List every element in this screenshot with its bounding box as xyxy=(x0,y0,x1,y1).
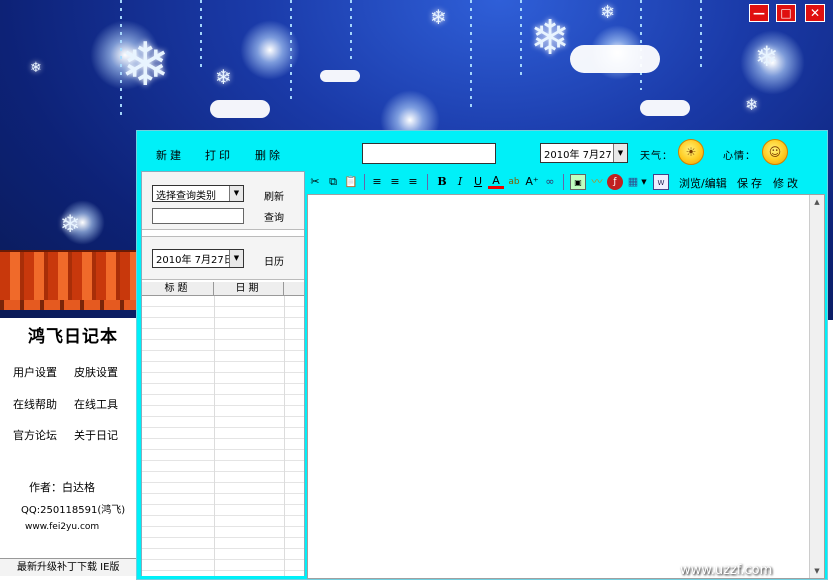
weather-label: 天气： xyxy=(640,151,673,162)
status-bar: 最新升级补丁下载 IE版 xyxy=(0,558,140,576)
editor-toolbar: ✂ ⧉ 📋 ≡ ≡ ≡ B I U A ab A⁺ ∞ ▣ 〰 ƒ ▦ ▼ W … xyxy=(307,171,825,193)
browse-edit-button[interactable]: 浏览/编辑 xyxy=(679,175,727,191)
link-icon[interactable]: ∞ xyxy=(542,174,558,190)
word-icon[interactable]: W xyxy=(653,174,669,190)
diary-window: 新建 打印 删除 2010年 7月27日 ▼ 天气： ☀ 心情： ☺ 选择查询类… xyxy=(136,130,828,580)
align-center-icon[interactable]: ≡ xyxy=(387,174,403,190)
snowflake-icon: ❄ xyxy=(30,60,42,76)
link-skin-settings[interactable]: 皮肤设置 xyxy=(74,364,118,380)
watermark-text: www.uzzf.com xyxy=(680,563,773,578)
snowflake-icon: ❄ xyxy=(745,95,759,114)
diary-editor[interactable]: ▲ ▼ xyxy=(307,194,825,579)
snowflake-icon: ❄ xyxy=(215,65,232,89)
category-select-value: 选择查询类别 xyxy=(156,191,216,202)
scroll-down-icon[interactable]: ▼ xyxy=(810,564,824,578)
link-about[interactable]: 关于日记 xyxy=(74,427,118,443)
cloud xyxy=(210,100,270,118)
new-button[interactable]: 新建 xyxy=(156,147,184,163)
link-online-help[interactable]: 在线帮助 xyxy=(13,396,57,412)
cloud xyxy=(320,70,360,82)
chevron-down-icon[interactable]: ▼ xyxy=(229,186,243,201)
light-strand xyxy=(470,0,472,110)
light-strand xyxy=(200,0,202,70)
align-left-icon[interactable]: ≡ xyxy=(369,174,385,190)
maximize-button[interactable]: □ xyxy=(776,4,796,22)
save-button[interactable]: 保存 xyxy=(737,175,765,191)
refresh-button[interactable]: 刷新 xyxy=(264,188,284,203)
roof-tiles xyxy=(0,250,140,310)
bold-icon[interactable]: B xyxy=(434,174,450,190)
calendar-group: 2010年 7月27日 ▼ 日历 xyxy=(142,236,304,280)
list-header: 标题 日期 xyxy=(142,282,304,296)
diary-list[interactable] xyxy=(142,296,304,576)
query-group: 选择查询类别 ▼ 刷新 查询 xyxy=(142,172,304,230)
calendar-date-value: 2010年 7月27日 xyxy=(156,255,234,266)
calendar-date-picker[interactable]: 2010年 7月27日 ▼ xyxy=(152,249,244,268)
mood-label: 心情： xyxy=(723,151,756,162)
snowflake-icon: ❄ xyxy=(530,10,571,66)
link-user-settings[interactable]: 用户设置 xyxy=(13,364,57,380)
cut-icon[interactable]: ✂ xyxy=(307,174,323,190)
separator xyxy=(563,174,564,190)
search-panel: 选择查询类别 ▼ 刷新 查询 2010年 7月27日 ▼ 日历 标题 日期 xyxy=(141,171,305,576)
light-strand xyxy=(290,0,292,100)
font-size-icon[interactable]: A⁺ xyxy=(524,174,540,190)
flash-icon[interactable]: ƒ xyxy=(607,174,623,190)
date-picker[interactable]: 2010年 7月27日 ▼ xyxy=(540,143,628,163)
scroll-up-icon[interactable]: ▲ xyxy=(810,195,824,209)
snowflake-icon: ❄ xyxy=(600,2,616,23)
snowflake-icon: ❄ xyxy=(430,5,447,29)
light-strand xyxy=(700,0,702,70)
highlight-icon[interactable]: ab xyxy=(506,174,522,190)
image-icon[interactable]: ▣ xyxy=(570,174,586,190)
print-button[interactable]: 打印 xyxy=(205,147,233,163)
sun-weather-icon[interactable]: ☀ xyxy=(678,139,704,165)
website-link[interactable]: www.fei2yu.com xyxy=(25,522,99,532)
light-strand xyxy=(350,0,352,60)
chevron-down-icon[interactable]: ▼ xyxy=(613,144,627,162)
calendar-button[interactable]: 日历 xyxy=(264,253,284,268)
column-date[interactable]: 日期 xyxy=(214,282,284,296)
snowflake-icon: ❄ xyxy=(60,210,81,238)
column-title[interactable]: 标题 xyxy=(142,282,214,296)
top-toolbar: 新建 打印 删除 2010年 7月27日 ▼ 天气： ☀ 心情： ☺ xyxy=(137,131,827,173)
italic-icon[interactable]: I xyxy=(452,174,468,190)
cloud xyxy=(570,45,660,73)
modify-button[interactable]: 修改 xyxy=(773,175,801,191)
left-panel: 鸿飞日记本 用户设置 皮肤设置 在线帮助 在线工具 官方论坛 关于日记 作者：白… xyxy=(0,318,140,584)
vertical-scrollbar[interactable]: ▲ ▼ xyxy=(809,195,824,578)
light-strand xyxy=(520,0,522,80)
column-divider xyxy=(284,296,285,576)
diary-title-input[interactable] xyxy=(362,143,496,164)
underline-icon[interactable]: U xyxy=(470,174,486,190)
minimize-button[interactable]: — xyxy=(749,4,769,22)
delete-button[interactable]: 删除 xyxy=(255,147,283,163)
app-title: 鸿飞日记本 xyxy=(28,327,118,347)
author-text: 作者：白达格 xyxy=(29,481,95,494)
qq-text: QQ:250118591(鸿飞) xyxy=(21,505,126,516)
link-forum[interactable]: 官方论坛 xyxy=(13,427,57,443)
chevron-down-icon[interactable]: ▼ xyxy=(229,250,243,267)
align-right-icon[interactable]: ≡ xyxy=(405,174,421,190)
category-select[interactable]: 选择查询类别 ▼ xyxy=(152,185,244,202)
paste-icon[interactable]: 📋 xyxy=(343,174,359,190)
chevron-down-icon[interactable]: ▼ xyxy=(639,174,649,190)
query-input[interactable] xyxy=(152,208,244,224)
wave-icon[interactable]: 〰 xyxy=(589,174,605,190)
snowflake-icon: ❄ xyxy=(755,40,779,73)
snowflake-icon: ❄ xyxy=(120,30,171,100)
update-link[interactable]: 最新升级补丁下载 IE版 xyxy=(0,562,119,573)
close-button[interactable]: ✕ xyxy=(805,4,825,22)
font-color-icon[interactable]: A xyxy=(488,174,504,189)
separator xyxy=(364,174,365,190)
link-online-tools[interactable]: 在线工具 xyxy=(74,396,118,412)
copy-icon[interactable]: ⧉ xyxy=(325,174,341,190)
smiley-mood-icon[interactable]: ☺ xyxy=(762,139,788,165)
cloud xyxy=(640,100,690,116)
column-divider xyxy=(214,296,215,576)
query-button[interactable]: 查询 xyxy=(264,209,284,224)
separator xyxy=(427,174,428,190)
date-value: 2010年 7月27日 xyxy=(544,150,622,161)
